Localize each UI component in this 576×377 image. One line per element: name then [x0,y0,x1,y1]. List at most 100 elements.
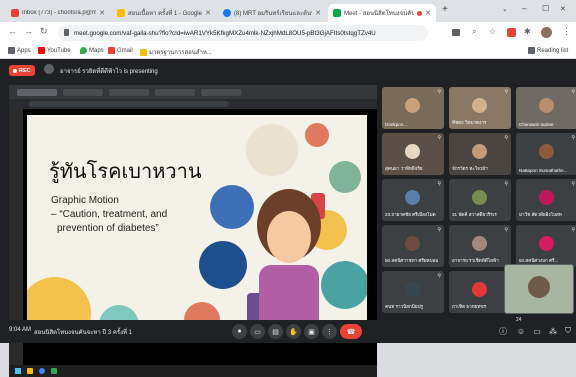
tab-gmail[interactable]: Inbox (773) - chontsra.p@mahidol ✕ [6,4,110,22]
bookmark-apps[interactable]: Apps [8,47,31,54]
reload-icon[interactable]: ↻ [40,26,48,37]
bookmark-youtube[interactable]: YouTube [38,47,71,54]
tab-title: สอนเนื้อหา ครั้งที่ 1 - Google Drive [128,11,202,17]
extensions-puzzle-icon[interactable]: ✱ [524,27,531,36]
profile-avatar[interactable] [541,27,552,38]
tab-google-drive[interactable]: สอนเนื้อหา ครั้งที่ 1 - Google Drive ✕ [112,4,216,22]
lock-icon [64,29,69,36]
participant-avatar [405,189,420,205]
camera-button[interactable]: ▭ [250,324,265,339]
tab-facebook[interactable]: (8) MRT อมรินทร์เรียนและต้นทุนจาก ✕ [218,4,326,22]
participant-tile[interactable]: ⚲ถาเชิต ธวหยทขร [449,271,511,313]
participant-tile[interactable]: ⚲ Nattapon Sumathathe... [516,133,576,175]
participant-tile[interactable]: ⚲ 31 พัดคี สวาสดิ์ยวริรเร [449,179,511,221]
leave-call-button[interactable]: ☎ [340,324,362,339]
self-view-tile[interactable] [504,264,574,314]
participant-tile[interactable]: ⚲ 23.ถายาคชัย ศรีเมืองโมด [382,179,444,221]
presenting-bar: REC อาจารย์ รวยิดที่ดีดีฟ้าไว is present… [0,59,576,81]
participant-video [539,97,554,113]
presenter-avatar [44,64,54,74]
bookmark-maps[interactable]: Maps [80,47,104,54]
participant-tile[interactable]: ⚲ จักรวัตร ทะใจวธ์ฯ [449,133,511,175]
close-icon[interactable]: ✕ [205,9,211,17]
bookmark-label: มาตรฐานการสอนสำห... [149,50,212,56]
mic-button[interactable]: ● [232,324,247,339]
participant-tile[interactable]: ⚲ สุคนธา วาทีทธิ์จริย [382,133,444,175]
close-icon[interactable]: ✕ [425,9,431,17]
presenter-url [29,101,229,107]
chat-icon: ▭ [533,326,541,336]
rec-label: REC [19,67,31,74]
chat-button[interactable]: ▭ [530,324,544,338]
bookmark-folder[interactable]: มาตรฐานการสอนสำห... [140,47,212,57]
folder-icon [140,48,147,56]
participant-name: อาจารย รวเชิดท์ดีไลฟ้า [452,258,499,263]
menu-kebab-icon[interactable]: ⋮ [562,26,571,37]
close-window-button[interactable]: ✕ [560,5,566,13]
back-arrow-icon[interactable]: ← [8,26,17,36]
meeting-details-button[interactable]: ⓘ [496,324,510,338]
new-tab-button[interactable]: + [442,4,448,15]
participant-tile[interactable]: ⚲ Donkpon... [382,87,444,129]
participant-name: Donkpon... [385,122,408,127]
participant-tile[interactable]: ⚲ อาจารย รวเชิดท์ดีไลฟ้า [449,225,511,267]
slide-decor-circle [199,241,247,289]
participant-avatar [405,235,420,251]
camera-icon[interactable] [452,29,460,36]
tab-search-button[interactable]: ⌄ [502,5,508,13]
participant-tile[interactable]: ⚲ 50.สคนิศวงบก ศรี... [516,225,576,267]
drive-icon [117,9,125,17]
forward-arrow-icon[interactable]: → [24,26,33,36]
url-text: meet.google.com/vaf-gaila-shu?flo?cId=iw… [74,29,376,37]
participant-tile[interactable]: ⚲ Chanawin sutree [516,87,576,129]
present-button[interactable]: ▣ [304,324,319,339]
participant-tile[interactable]: ⚲ ทีชต2 วิหมาดงาร [449,87,511,129]
maximize-button[interactable]: ☐ [542,4,549,13]
participant-name: Nattapon Sumathathe... [519,168,568,173]
participant-tile[interactable]: ⚲ มาวีช สัดวดี่ยอิงโบสห [516,179,576,221]
activities-button[interactable]: ⁂ [546,324,560,338]
self-video [528,275,550,298]
reading-list-icon [528,47,535,54]
mic-off-icon: ⚲ [437,227,441,233]
captions-button[interactable]: ▤ [268,324,283,339]
participant-name: สุคนธา วาทีทธิ์จริย [385,166,423,171]
close-icon[interactable]: ✕ [315,9,321,17]
host-controls-button[interactable]: ⛉ [561,324,575,338]
participant-avatar [405,281,420,297]
address-bar[interactable]: meet.google.com/vaf-gaila-shu?flo?cId=iw… [58,25,428,41]
participant-avatar [472,189,487,205]
meet-window: REC อาจารย์ รวยิดที่ดีดีฟ้าไว is present… [0,59,576,377]
people-icon: ☺ [516,326,526,336]
bookmark-star-icon[interactable]: ☆ [489,27,496,36]
windows-start-icon [15,368,21,374]
people-button[interactable]: ☺ [514,324,528,338]
presenter-tab [201,89,241,96]
minimize-button[interactable]: – [522,4,526,13]
tab-title: Meet - สอนนิสิตโทบงจนคันจ [344,11,415,17]
bookmark-label: Maps [89,47,104,54]
meet-icon [333,9,341,17]
participant-tile[interactable]: ⚲ 50.สคนิศวาชทา ศรีผหบลม [382,225,444,267]
zoom-icon[interactable]: ⌕ [472,27,476,37]
tab-meet[interactable]: Meet - สอนนิสิตโทบงจนคันจ ✕ [328,4,436,22]
reading-list-button[interactable]: Reading list [528,47,568,54]
raise-hand-button[interactable]: ✋ [286,324,301,339]
presenter-taskbar [9,365,377,377]
participant-video [405,97,420,113]
participant-tile[interactable]: ⚲ คนท ราวนิยกนียปรู [382,271,444,313]
presenter-browser-tabs [9,85,377,99]
participant-name: 50.สคนิศวาชทา ศรีผหบลม [385,258,439,263]
bookmarks-bar: Apps YouTube Maps Gmail มาตรฐานการสอนสำห… [0,44,576,59]
mic-off-icon: ⚲ [504,181,508,187]
record-dot-icon [13,68,17,73]
tab-title: (8) MRT อมรินทร์เรียนและต้นทุนจาก [234,11,312,17]
participant-avatar [539,235,554,251]
taskbar-app-icon [39,368,45,374]
participant-name: คนท ราวนิยกนียปรู [385,304,423,309]
hand-icon: ✋ [289,328,298,336]
bookmark-gmail[interactable]: Gmail [108,47,133,54]
extension-icon[interactable] [507,28,516,37]
close-icon[interactable]: ✕ [99,9,105,17]
more-options-button[interactable]: ⋮ [322,324,337,339]
